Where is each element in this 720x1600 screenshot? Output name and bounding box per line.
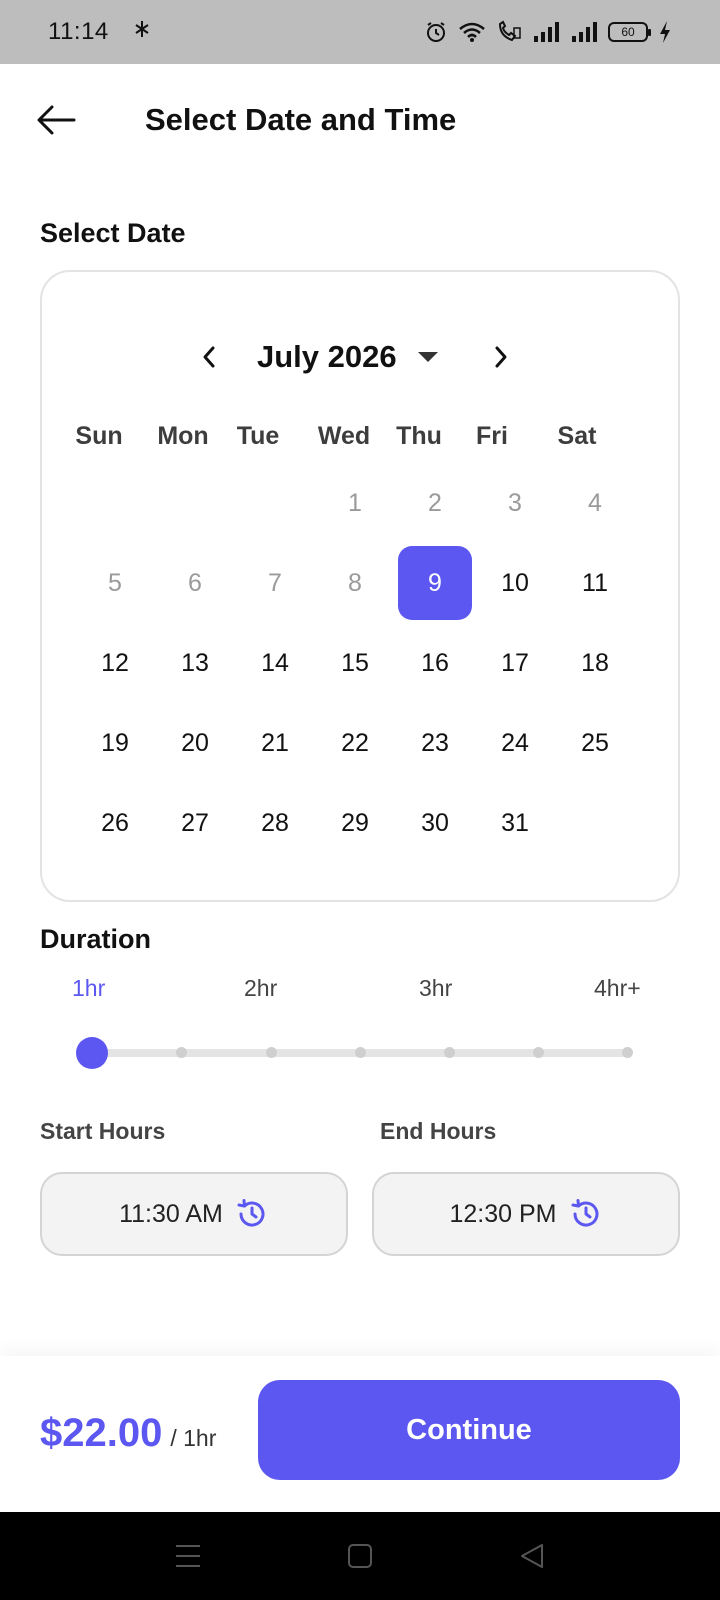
- duration-label: Duration: [40, 924, 151, 954]
- calendar-day[interactable]: 31: [478, 786, 552, 860]
- calendar-day[interactable]: 24: [478, 706, 552, 780]
- page-title: Select Date and Time: [145, 102, 457, 137]
- slider-tick: [355, 1047, 366, 1058]
- duration-option-1hr[interactable]: 1hr: [72, 975, 105, 1002]
- calendar: July 2026 Sun Mon Tue Wed Thu Fri Sat 12…: [40, 270, 680, 902]
- calendar-day[interactable]: 17: [478, 626, 552, 700]
- duration-option-3hr[interactable]: 3hr: [419, 975, 452, 1002]
- calendar-day[interactable]: 10: [478, 546, 552, 620]
- calendar-day[interactable]: 21: [238, 706, 312, 780]
- calendar-day[interactable]: 25: [558, 706, 632, 780]
- duration-options: 1hr 2hr 3hr 4hr+: [0, 975, 720, 1009]
- wifi-icon: [458, 21, 486, 43]
- clock-history-icon: [571, 1199, 598, 1227]
- calendar-day[interactable]: 26: [78, 786, 152, 860]
- price-display: $22.00 / 1hr: [40, 1411, 216, 1456]
- start-hours-label: Start Hours: [40, 1118, 166, 1144]
- end-time-picker[interactable]: 12:30 PM: [372, 1172, 680, 1256]
- calendar-day[interactable]: 19: [78, 706, 152, 780]
- back-arrow-icon: [37, 105, 76, 135]
- menu-icon: [176, 1545, 200, 1567]
- calendar-day[interactable]: 4: [558, 466, 632, 540]
- slider-tick: [176, 1047, 187, 1058]
- home-square-icon: [348, 1544, 372, 1568]
- calendar-day[interactable]: 18: [558, 626, 632, 700]
- calendar-day[interactable]: 29: [318, 786, 392, 860]
- calendar-day[interactable]: 30: [398, 786, 472, 860]
- calendar-day[interactable]: 1: [318, 466, 392, 540]
- duration-option-2hr[interactable]: 2hr: [244, 975, 277, 1002]
- calendar-day[interactable]: 14: [238, 626, 312, 700]
- slider-tick: [266, 1047, 277, 1058]
- calendar-day[interactable]: 16: [398, 626, 472, 700]
- calendar-day[interactable]: 3: [478, 466, 552, 540]
- end-time-value: 12:30 PM: [449, 1199, 557, 1228]
- end-hours-label: End Hours: [380, 1118, 497, 1144]
- back-triangle-icon: [521, 1544, 543, 1568]
- slider-tick: [622, 1047, 633, 1058]
- calendar-day[interactable]: 11: [558, 546, 632, 620]
- home-nav-button[interactable]: [343, 1540, 377, 1572]
- select-date-label: Select Date: [40, 218, 186, 248]
- price-amount: $22.00: [40, 1411, 163, 1455]
- signal-icon: [532, 21, 560, 43]
- slider-tick: [444, 1047, 455, 1058]
- slider-tick: [533, 1047, 544, 1058]
- start-time-value: 11:30 AM: [119, 1199, 223, 1228]
- signal-icon: [570, 21, 598, 43]
- bluetooth-icon: [133, 18, 151, 46]
- call-icon: [496, 20, 522, 44]
- calendar-day[interactable]: 15: [318, 626, 392, 700]
- calendar-day[interactable]: 8: [318, 546, 392, 620]
- calendar-day[interactable]: 13: [158, 626, 232, 700]
- duration-slider-thumb[interactable]: [76, 1037, 108, 1069]
- calendar-day[interactable]: 22: [318, 706, 392, 780]
- calendar-day[interactable]: 6: [158, 546, 232, 620]
- calendar-day[interactable]: 27: [158, 786, 232, 860]
- battery-level: 60: [621, 25, 635, 39]
- back-button[interactable]: [34, 100, 78, 140]
- menu-nav-button[interactable]: [171, 1540, 205, 1572]
- price-unit: / 1hr: [170, 1425, 217, 1451]
- alarm-icon: [424, 20, 448, 44]
- duration-option-4hr[interactable]: 4hr+: [594, 975, 641, 1002]
- duration-slider-track[interactable]: [92, 1047, 633, 1058]
- checkout-bar: $22.00 / 1hr Continue: [0, 1356, 720, 1512]
- calendar-day[interactable]: 12: [78, 626, 152, 700]
- clock-history-icon: [237, 1199, 265, 1227]
- calendar-day[interactable]: 20: [158, 706, 232, 780]
- status-bar: 11:14 60: [0, 0, 720, 64]
- calendar-day[interactable]: 2: [398, 466, 472, 540]
- continue-button[interactable]: Continue: [258, 1380, 680, 1480]
- calendar-day[interactable]: 28: [238, 786, 312, 860]
- calendar-day-selected[interactable]: 9: [398, 546, 472, 620]
- calendar-day[interactable]: 23: [398, 706, 472, 780]
- app-header: Select Date and Time: [0, 64, 720, 176]
- charging-icon: [658, 20, 672, 44]
- battery-icon: 60: [608, 22, 651, 42]
- days-grid: 1 2 3 4 5 6 7 8 9 10 11 12 13 14 15 16 17 18 19 20 21 22 23 24 2…: [42, 272, 678, 900]
- status-time: 11:14: [48, 18, 109, 45]
- back-nav-button[interactable]: [515, 1540, 549, 1572]
- calendar-day[interactable]: 7: [238, 546, 312, 620]
- calendar-day[interactable]: 5: [78, 546, 152, 620]
- system-nav-bar: [0, 1512, 720, 1600]
- start-time-picker[interactable]: 11:30 AM: [40, 1172, 348, 1256]
